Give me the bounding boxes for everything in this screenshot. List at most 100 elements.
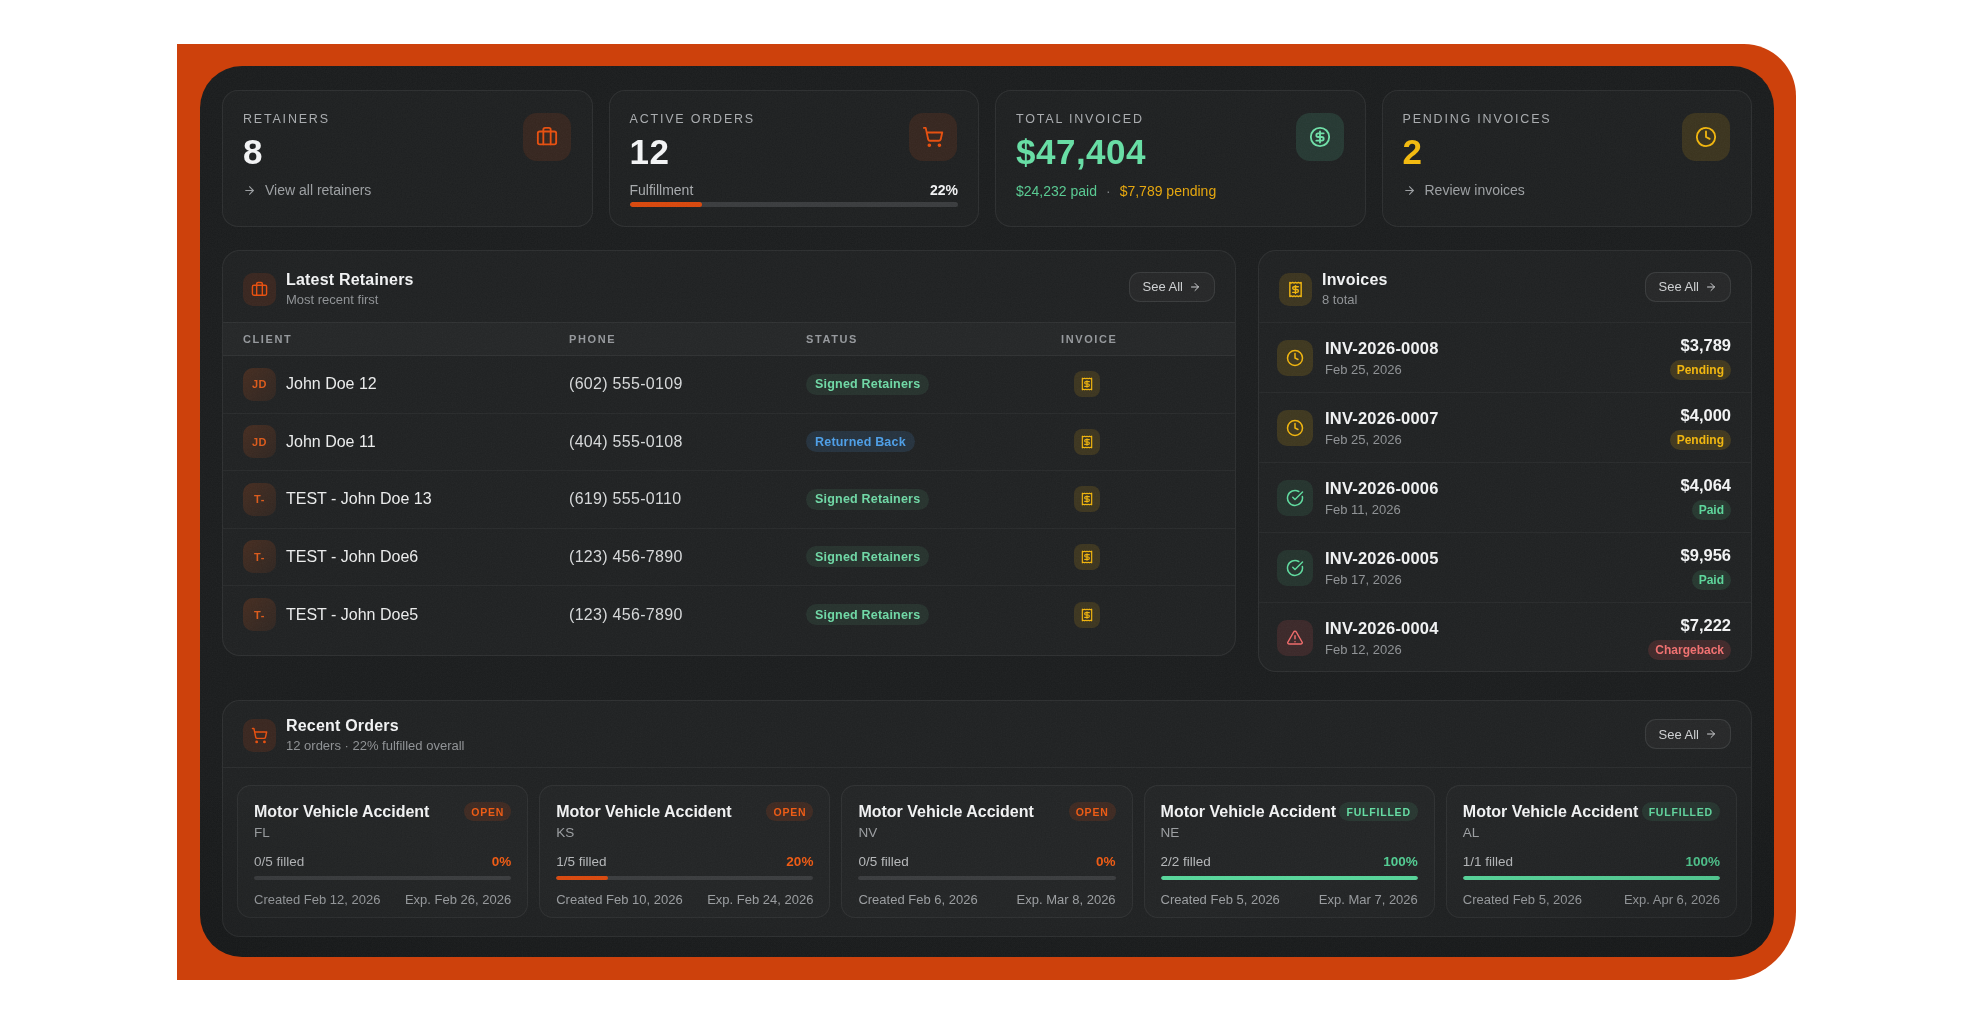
client-name: John Doe 11 [286,433,376,451]
order-status-badge: OPEN [464,802,511,821]
order-state: AL [1463,825,1720,840]
check-circle-icon [1277,550,1313,586]
retainer-row[interactable]: T- TEST - John Doe 13 (619) 555-0110 Sig… [223,471,1235,529]
stat-card-active-orders: ACTIVE ORDERS 12 Fulfillment 22% [609,90,980,227]
see-all-label: See All [1659,279,1699,294]
invoice-date: Feb 12, 2026 [1325,642,1636,657]
invoice-status-badge: Pending [1670,430,1731,450]
stats-row: RETAINERS 8 View all retainers ACTIVE OR… [222,90,1752,227]
review-invoices-link[interactable]: Review invoices [1403,182,1525,198]
order-filled: 0/5 filled [858,854,908,869]
client-phone: (602) 555-0109 [569,375,806,393]
client-cell: JD John Doe 12 [243,368,569,401]
status-badge: Signed Retainers [806,374,929,395]
order-progressbar [556,876,813,880]
invoice-cell [1061,371,1215,397]
column-client: CLIENT [243,333,569,345]
invoice-number: INV-2026-0008 [1325,339,1658,358]
order-status-badge: FULFILLED [1642,802,1720,821]
order-dates: Created Feb 6, 2026 Exp. Mar 8, 2026 [858,892,1115,907]
invoice-amount-cell: $3,789 Pending [1670,336,1731,380]
invoice-date: Feb 25, 2026 [1325,362,1658,377]
order-created: Created Feb 6, 2026 [858,892,977,907]
orders-see-all-button[interactable]: See All [1645,719,1731,749]
invoices-see-all-button[interactable]: See All [1645,272,1731,302]
receipt-icon[interactable] [1074,602,1100,628]
latest-retainers-panel: Latest Retainers Most recent first See A… [222,250,1236,656]
order-card[interactable]: Motor Vehicle Accident OPEN KS 1/5 fille… [539,785,830,918]
retainer-row[interactable]: T- TEST - John Doe5 (123) 456-7890 Signe… [223,586,1235,644]
panel-subtitle: Most recent first [286,292,414,307]
invoice-number: INV-2026-0005 [1325,549,1669,568]
client-avatar: T- [243,598,276,631]
invoice-status-badge: Pending [1670,360,1731,380]
invoice-cell [1061,486,1215,512]
retainer-row[interactable]: JD John Doe 12 (602) 555-0109 Signed Ret… [223,356,1235,414]
status-badge: Signed Retainers [806,489,929,510]
retainer-row[interactable]: JD John Doe 11 (404) 555-0108 Returned B… [223,414,1235,472]
order-dates: Created Feb 5, 2026 Exp. Mar 7, 2026 [1161,892,1418,907]
client-name: John Doe 12 [286,375,377,393]
order-title: Motor Vehicle Accident [1161,803,1336,821]
invoice-status-badge: Chargeback [1648,640,1731,660]
order-card[interactable]: Motor Vehicle Accident FULFILLED NE 2/2 … [1144,785,1435,918]
retainer-row[interactable]: T- TEST - John Doe6 (123) 456-7890 Signe… [223,529,1235,587]
orange-frame: RETAINERS 8 View all retainers ACTIVE OR… [177,44,1796,980]
invoice-row[interactable]: INV-2026-0008 Feb 25, 2026 $3,789 Pendin… [1259,322,1751,392]
invoice-row[interactable]: INV-2026-0004 Feb 12, 2026 $7,222 Charge… [1259,602,1751,672]
invoice-row[interactable]: INV-2026-0006 Feb 11, 2026 $4,064 Paid [1259,462,1751,532]
stat-card-retainers: RETAINERS 8 View all retainers [222,90,593,227]
order-dates: Created Feb 10, 2026 Exp. Feb 24, 2026 [556,892,813,907]
receipt-icon [1279,273,1312,306]
client-avatar: T- [243,483,276,516]
invoice-row[interactable]: INV-2026-0007 Feb 25, 2026 $4,000 Pendin… [1259,392,1751,462]
panel-title: Latest Retainers [286,271,414,289]
invoice-amount: $9,956 [1681,546,1731,565]
client-cell: T- TEST - John Doe5 [243,598,569,631]
recent-orders-panel: Recent Orders 12 orders · 22% fulfilled … [222,700,1752,937]
receipt-icon[interactable] [1074,429,1100,455]
invoice-info: INV-2026-0004 Feb 12, 2026 [1325,619,1636,657]
invoice-info: INV-2026-0006 Feb 11, 2026 [1325,479,1669,517]
order-fill-row: 1/1 filled 100% [1463,854,1720,869]
invoices-panel: Invoices 8 total See All INV-2026-0008 F… [1258,250,1752,672]
retainers-table-header: CLIENT PHONE STATUS INVOICE [223,322,1235,356]
invoice-info: INV-2026-0007 Feb 25, 2026 [1325,409,1658,447]
arrow-right-icon [1189,281,1201,293]
invoiced-breakdown: $24,232 paid · $7,789 pending [1016,183,1216,199]
cart-icon [243,719,276,752]
order-card[interactable]: Motor Vehicle Accident OPEN NV 0/5 fille… [841,785,1132,918]
client-avatar: JD [243,425,276,458]
receipt-icon[interactable] [1074,371,1100,397]
invoice-cell [1061,429,1215,455]
view-all-retainers-link[interactable]: View all retainers [243,182,371,198]
invoice-date: Feb 25, 2026 [1325,432,1658,447]
briefcase-icon [523,113,571,161]
orders-cards: Motor Vehicle Accident OPEN FL 0/5 fille… [223,767,1751,918]
order-dates: Created Feb 12, 2026 Exp. Feb 26, 2026 [254,892,511,907]
retainers-see-all-button[interactable]: See All [1129,272,1215,302]
order-expires: Exp. Feb 26, 2026 [405,892,511,907]
client-cell: JD John Doe 11 [243,425,569,458]
receipt-icon[interactable] [1074,486,1100,512]
order-title: Motor Vehicle Accident [1463,803,1638,821]
dashboard: RETAINERS 8 View all retainers ACTIVE OR… [200,66,1774,957]
invoice-row[interactable]: INV-2026-0005 Feb 17, 2026 $9,956 Paid [1259,532,1751,602]
status-cell: Signed Retainers [806,546,1061,567]
dot-separator: · [1106,183,1111,199]
client-avatar: JD [243,368,276,401]
order-status-badge: OPEN [766,802,813,821]
order-progressbar [1463,876,1720,880]
order-percent: 100% [1685,854,1720,869]
invoice-number: INV-2026-0006 [1325,479,1669,498]
column-invoice: INVOICE [1061,333,1215,345]
order-title: Motor Vehicle Accident [556,803,731,821]
order-card[interactable]: Motor Vehicle Accident FULFILLED AL 1/1 … [1446,785,1737,918]
status-badge: Signed Retainers [806,604,929,625]
client-name: TEST - John Doe 13 [286,490,432,508]
order-expires: Exp. Mar 7, 2026 [1319,892,1418,907]
receipt-icon[interactable] [1074,544,1100,570]
order-card[interactable]: Motor Vehicle Accident OPEN FL 0/5 fille… [237,785,528,918]
order-fill-row: 2/2 filled 100% [1161,854,1418,869]
status-cell: Signed Retainers [806,374,1061,395]
